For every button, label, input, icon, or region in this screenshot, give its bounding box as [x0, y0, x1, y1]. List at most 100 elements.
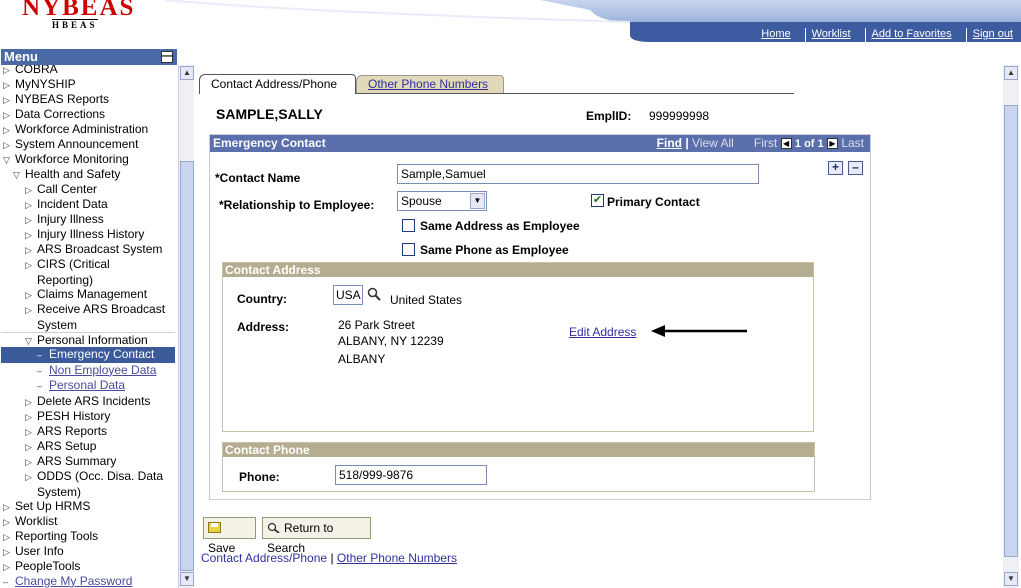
sign-out-link[interactable]: Sign out — [965, 28, 1013, 42]
menu-title: Menu — [4, 49, 38, 64]
bottom-link-other-phone-numbers[interactable]: Other Phone Numbers — [337, 551, 457, 565]
tab-divider — [356, 93, 794, 94]
menu-item-label: ARS Reports — [37, 423, 108, 438]
edit-address-link[interactable]: Edit Address — [569, 325, 636, 339]
menu-item[interactable]: ▷ Call Center — [1, 182, 97, 198]
emplid-label: EmplID: — [586, 109, 632, 123]
view-all-link[interactable]: View All — [692, 136, 734, 150]
collapse-triangle-icon: ▽ — [3, 155, 10, 165]
menu-item[interactable]: – Change My Password — [1, 574, 132, 588]
tab-other-phone-numbers-label[interactable]: Other Phone Numbers — [368, 77, 488, 91]
menu-item-label-continued: System) — [37, 484, 82, 499]
menu-item[interactable]: ▽ Health and Safety — [1, 167, 120, 183]
tab-other-phone-numbers[interactable]: Other Phone Numbers — [356, 75, 504, 93]
primary-contact-checkbox[interactable]: ✔ — [591, 194, 604, 207]
menu-item-label: Workforce Administration — [15, 122, 149, 136]
dash-icon: – — [37, 350, 43, 360]
menu-item[interactable]: ▷ Injury Illness — [1, 212, 104, 228]
page-scroll-down-button[interactable]: ▼ — [1004, 572, 1018, 586]
relationship-select[interactable]: Spouse ▼ — [397, 191, 487, 211]
menu-item[interactable]: ▷ Workforce Administration — [1, 122, 148, 138]
same-phone-label: Same Phone as Employee — [420, 243, 569, 257]
contact-address-section: Contact Address Country: USA United Stat… — [222, 262, 814, 432]
expand-triangle-icon: ▷ — [3, 80, 10, 90]
menu-item[interactable]: ▷ Incident Data — [1, 197, 108, 213]
menu-item[interactable]: ▷ Injury Illness History — [1, 227, 144, 243]
tab-contact-address-phone[interactable]: Contact Address/Phone — [199, 74, 356, 94]
menu-item[interactable]: ▷ Receive ARS Broadcast System — [1, 302, 165, 333]
emplid-value: 999999998 — [649, 109, 710, 123]
scroll-up-button[interactable]: ▲ — [180, 66, 194, 80]
menu-item[interactable]: ▷ Reporting Tools — [1, 529, 98, 545]
contact-name-input[interactable]: Sample,Samuel — [397, 164, 759, 184]
menu-item[interactable]: – Personal Data — [1, 378, 125, 394]
menu-item[interactable]: ▷ NYBEAS Reports — [1, 92, 109, 108]
menu-item[interactable]: ▷ PESH History — [1, 409, 110, 425]
same-phone-checkbox[interactable] — [402, 243, 415, 256]
expand-triangle-icon: ▷ — [25, 456, 32, 467]
menu-item[interactable]: ▷ MyNYSHIP — [1, 77, 76, 93]
menu-item-label: PeopleTools — [15, 558, 81, 573]
phone-label: Phone: — [239, 470, 280, 484]
next-row-button[interactable]: ▶ — [826, 138, 838, 150]
menu-item[interactable]: ▷ Set Up HRMS — [1, 499, 90, 515]
phone-input[interactable]: 518/999-9876 — [335, 465, 487, 485]
page-scroll-up-button[interactable]: ▲ — [1004, 66, 1018, 80]
save-button[interactable]: Save — [203, 517, 256, 555]
menu-item[interactable]: ▷ Data Corrections — [1, 107, 105, 123]
country-input[interactable]: USA — [333, 285, 363, 305]
find-link[interactable]: Find — [657, 136, 682, 150]
expand-triangle-icon: ▷ — [3, 561, 10, 572]
expand-triangle-icon: ▷ — [25, 411, 32, 422]
expand-triangle-icon: ▷ — [3, 501, 10, 512]
menu-item-label: Personal Data — [49, 378, 126, 393]
bottom-link-contact-address-phone[interactable]: Contact Address/Phone — [201, 551, 327, 565]
delete-row-button[interactable]: – — [848, 161, 863, 175]
dropdown-arrow-icon[interactable]: ▼ — [470, 193, 485, 209]
expand-triangle-icon: ▷ — [25, 441, 32, 452]
menu-item[interactable]: – Emergency Contact — [1, 347, 175, 363]
page-scrollbar[interactable]: ▲ ▼ — [1003, 65, 1019, 588]
same-address-checkbox[interactable] — [402, 219, 415, 232]
bottom-link-separator: | — [330, 551, 334, 565]
menu-item[interactable]: ▷ ARS Summary — [1, 454, 116, 470]
menu-item[interactable]: ▷ ARS Broadcast System — [1, 242, 162, 258]
menu-item-label: Call Center — [37, 182, 98, 196]
menu-item[interactable]: ▷ CIRS (Critical Reporting) — [1, 257, 110, 288]
add-to-favorites-link[interactable]: Add to Favorites — [864, 28, 952, 42]
menu-item[interactable]: ▽ Workforce Monitoring — [1, 152, 129, 168]
scroll-down-button[interactable]: ▼ — [180, 572, 194, 586]
menu-item-label: Receive ARS Broadcast — [37, 302, 166, 316]
menu-item-label: Workforce Monitoring — [15, 152, 129, 166]
menu-item[interactable]: ▷ ARS Setup — [1, 439, 96, 455]
menu-item[interactable]: ▷ System Announcement — [1, 137, 138, 153]
menu-item[interactable]: ▷ ARS Reports — [1, 424, 107, 440]
menu-item[interactable]: ▷ Claims Management — [1, 287, 147, 303]
home-link[interactable]: Home — [755, 28, 790, 42]
previous-row-button[interactable]: ◀ — [780, 138, 792, 150]
menu-item-label: Incident Data — [37, 197, 108, 211]
menu-collapse-button[interactable]: — — [161, 51, 173, 63]
contact-phone-header: Contact Phone — [223, 443, 814, 457]
scroll-thumb[interactable] — [180, 161, 194, 571]
worklist-link[interactable]: Worklist — [804, 28, 851, 42]
menu-scrollbar[interactable]: ▲ ▼ — [178, 65, 194, 588]
search-icon[interactable] — [367, 287, 381, 301]
page-scroll-thumb[interactable] — [1004, 105, 1018, 557]
menu-item[interactable]: – Non Employee Data — [1, 363, 156, 379]
logo-subtext: HBEAS — [52, 19, 98, 30]
expand-triangle-icon: ▷ — [25, 200, 32, 210]
expand-triangle-icon: ▷ — [25, 290, 32, 300]
expand-triangle-icon: ▷ — [25, 185, 32, 195]
menu-item[interactable]: ▷ ODDS (Occ. Disa. Data System) — [1, 469, 163, 500]
address-label: Address: — [237, 320, 290, 334]
menu-item[interactable]: ▷ Worklist — [1, 514, 57, 530]
menu-item[interactable]: ▷ User Info — [1, 544, 64, 560]
menu-item-label: ARS Setup — [37, 438, 97, 453]
add-row-button[interactable]: + — [828, 161, 843, 175]
menu-item-label: Health and Safety — [25, 167, 121, 181]
same-address-label: Same Address as Employee — [420, 219, 580, 233]
menu-item[interactable]: ▷ PeopleTools — [1, 559, 80, 575]
menu-item[interactable]: ▷ Delete ARS Incidents — [1, 394, 150, 410]
return-to-search-button[interactable]: Return to Search — [262, 517, 371, 555]
